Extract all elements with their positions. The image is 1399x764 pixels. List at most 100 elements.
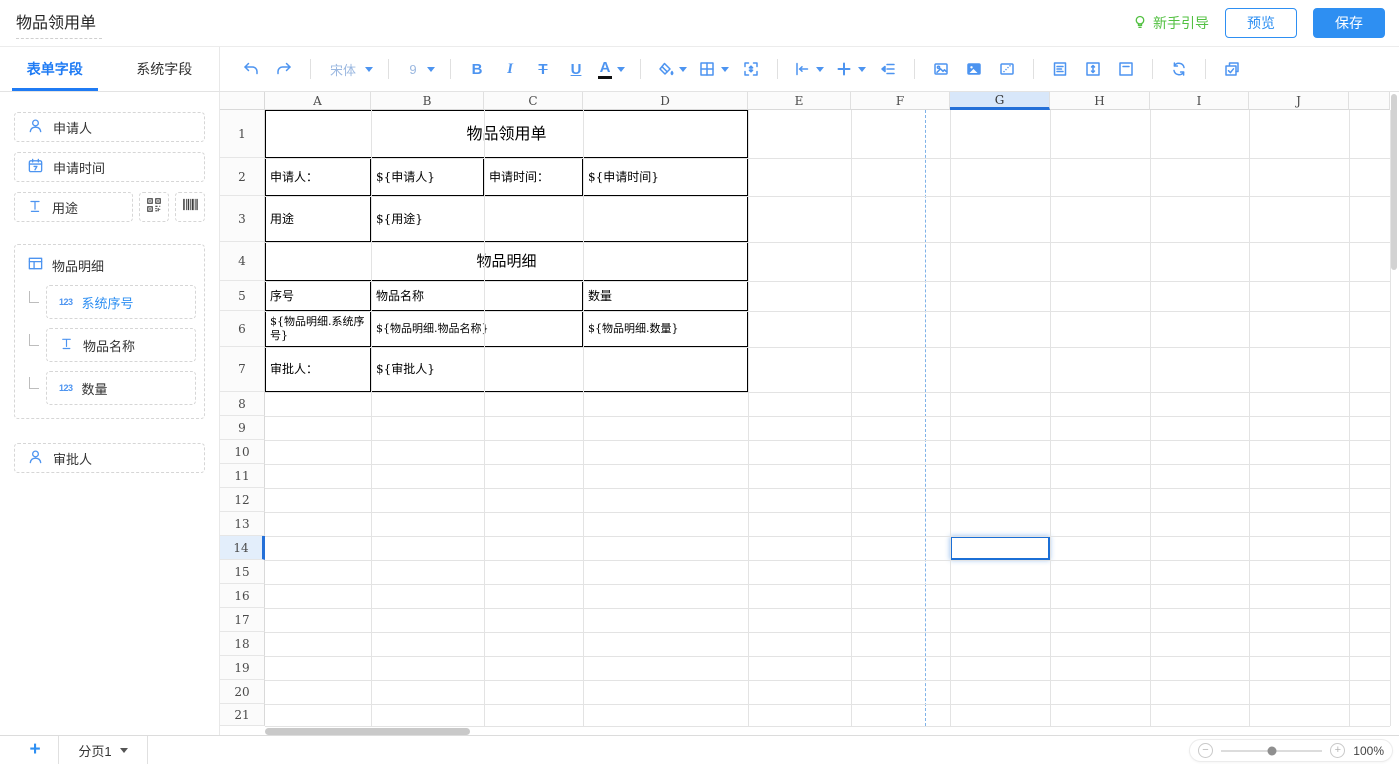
refresh-button[interactable]: [1166, 55, 1192, 83]
field-item-approver[interactable]: 审批人: [14, 443, 205, 473]
font-size-select[interactable]: 9: [402, 55, 437, 83]
horizontal-scrollbar[interactable]: [265, 728, 470, 735]
row-header-1[interactable]: 1: [220, 110, 265, 158]
cell-approver_value[interactable]: ${审批人}: [371, 347, 748, 392]
cell-title[interactable]: 物品领用单: [265, 110, 748, 158]
cell-detail_title[interactable]: 物品明细: [265, 242, 748, 281]
row-header-8[interactable]: 8: [220, 392, 265, 416]
add-sheet-button[interactable]: +: [22, 739, 48, 761]
font-color-button[interactable]: A: [596, 55, 627, 83]
image-button[interactable]: [928, 55, 954, 83]
row-header-14[interactable]: 14: [220, 536, 265, 560]
row-header-4[interactable]: 4: [220, 242, 265, 281]
cell-applicant_value[interactable]: ${申请人}: [371, 158, 484, 196]
grid-line: [1349, 110, 1350, 726]
zoom-slider-handle[interactable]: [1267, 746, 1276, 755]
group-header-item-details[interactable]: 物品明细: [23, 255, 196, 275]
background-image-button[interactable]: [961, 55, 987, 83]
vertical-scrollbar[interactable]: [1391, 94, 1397, 270]
cell-applicant_label[interactable]: 申请人：: [265, 158, 371, 196]
document-title[interactable]: 物品领用单: [16, 7, 102, 39]
column-header-A[interactable]: A: [265, 92, 371, 110]
column-header-H[interactable]: H: [1050, 92, 1150, 110]
page-settings-button[interactable]: [1047, 55, 1073, 83]
zoom-in-button[interactable]: +: [1330, 743, 1345, 758]
barcode-button[interactable]: [175, 192, 205, 222]
preview-button[interactable]: 预览: [1225, 8, 1297, 38]
row-header-12[interactable]: 12: [220, 488, 265, 512]
column-header-G[interactable]: G: [950, 92, 1050, 110]
column-header-E[interactable]: E: [748, 92, 851, 110]
field-tabs: 表单字段 系统字段: [0, 47, 220, 91]
cell-seq_value[interactable]: ${物品明细.系统序号}: [265, 311, 371, 347]
tab-form-fields[interactable]: 表单字段: [0, 47, 110, 91]
row-header-6[interactable]: 6: [220, 311, 265, 347]
column-header-C[interactable]: C: [484, 92, 583, 110]
select-all-corner[interactable]: [220, 92, 265, 110]
zoom-out-button[interactable]: −: [1198, 743, 1213, 758]
cell-qty_header[interactable]: 数量: [583, 281, 748, 311]
tab-system-fields[interactable]: 系统字段: [110, 47, 220, 91]
column-header-partial[interactable]: [1349, 92, 1390, 110]
row-header-5[interactable]: 5: [220, 281, 265, 311]
undo-button[interactable]: [238, 55, 264, 83]
field-item-apply-time[interactable]: 申请时间: [14, 152, 205, 182]
spreadsheet-canvas[interactable]: 物品领用单申请人：${申请人}申请时间：${申请时间} 用途${用途}物品明细序号…: [220, 92, 1399, 735]
beginner-guide-link[interactable]: 新手引导: [1132, 13, 1209, 33]
zoom-slider[interactable]: [1221, 750, 1322, 752]
cell-time_label[interactable]: 申请时间：: [484, 158, 583, 196]
bold-button[interactable]: B: [464, 55, 490, 83]
cell-name_header[interactable]: 物品名称: [371, 281, 583, 311]
column-header-I[interactable]: I: [1150, 92, 1249, 110]
borders-button[interactable]: [696, 55, 731, 83]
align-button[interactable]: [791, 55, 826, 83]
field-item-quantity[interactable]: 123 数量: [46, 371, 196, 405]
fill-color-button[interactable]: [654, 55, 689, 83]
row-header-10[interactable]: 10: [220, 440, 265, 464]
row-header-9[interactable]: 9: [220, 416, 265, 440]
row-header-21[interactable]: 21: [220, 704, 265, 726]
row-header-2[interactable]: 2: [220, 158, 265, 196]
field-item-system-seq[interactable]: 123 系统序号: [46, 285, 196, 319]
field-item-purpose[interactable]: 用途: [14, 192, 133, 222]
copy-sheet-button[interactable]: [1219, 55, 1245, 83]
column-header-D[interactable]: D: [583, 92, 748, 110]
cell-approver_label[interactable]: 审批人：: [265, 347, 371, 392]
qrcode-button[interactable]: [139, 192, 169, 222]
sheet-tab[interactable]: 分页1: [58, 736, 148, 764]
field-item-item-name[interactable]: 物品名称: [46, 328, 196, 362]
header-row-button[interactable]: [1113, 55, 1139, 83]
italic-button[interactable]: I: [497, 55, 523, 83]
column-header-F[interactable]: F: [851, 92, 950, 110]
redo-button[interactable]: [271, 55, 297, 83]
merge-cells-button[interactable]: [738, 55, 764, 83]
cell-qty_value[interactable]: ${物品明细.数量}: [583, 311, 748, 347]
column-header-B[interactable]: B: [371, 92, 484, 110]
cell-seq_header[interactable]: 序号: [265, 281, 371, 311]
row-height-button[interactable]: [1080, 55, 1106, 83]
insert-button[interactable]: [833, 55, 868, 83]
field-item-applicant[interactable]: 申请人: [14, 112, 205, 142]
row-header-18[interactable]: 18: [220, 632, 265, 656]
font-family-select[interactable]: 宋体: [324, 55, 375, 83]
row-header-13[interactable]: 13: [220, 512, 265, 536]
cell-purpose_label[interactable]: 用途: [265, 196, 371, 242]
row-header-20[interactable]: 20: [220, 680, 265, 704]
row-header-11[interactable]: 11: [220, 464, 265, 488]
strikethrough-button[interactable]: T: [530, 55, 556, 83]
row-header-15[interactable]: 15: [220, 560, 265, 584]
indent-button[interactable]: [875, 55, 901, 83]
cell-name_value[interactable]: ${物品明细.物品名称}: [371, 311, 583, 347]
column-header-J[interactable]: J: [1249, 92, 1349, 110]
watermark-button[interactable]: [994, 55, 1020, 83]
row-header-19[interactable]: 19: [220, 656, 265, 680]
row-header-17[interactable]: 17: [220, 608, 265, 632]
row-header-16[interactable]: 16: [220, 584, 265, 608]
save-button[interactable]: 保存: [1313, 8, 1385, 38]
row-header-7[interactable]: 7: [220, 347, 265, 392]
row-header-3[interactable]: 3: [220, 196, 265, 242]
cell-purpose_value[interactable]: ${用途}: [371, 196, 748, 242]
underline-button[interactable]: U: [563, 55, 589, 83]
selected-cell-G14[interactable]: [950, 536, 1050, 560]
cell-time_value[interactable]: ${申请时间}: [583, 158, 748, 196]
